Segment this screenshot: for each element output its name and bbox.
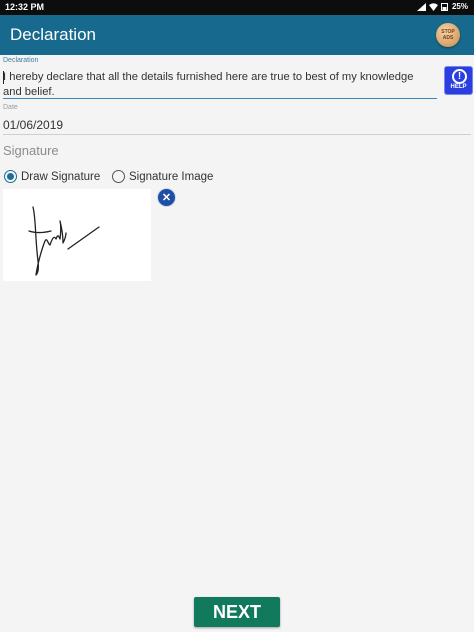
declaration-input[interactable]: I hereby declare that all the details fu…	[3, 70, 435, 100]
radio-signature-image[interactable]: Signature Image	[112, 170, 213, 183]
wifi-icon	[428, 2, 438, 11]
status-icons: 25%	[416, 2, 468, 11]
declaration-underline	[3, 98, 437, 99]
declaration-label: Declaration	[3, 57, 39, 64]
stop-ads-button[interactable]: STOP ADS	[436, 23, 460, 47]
radio-unchecked-icon	[112, 170, 125, 183]
date-label: Date	[3, 104, 18, 111]
signal-icon	[416, 2, 426, 11]
clear-signature-button[interactable]: ✕	[157, 188, 176, 207]
status-bar: 12:32 PM 25%	[0, 0, 474, 15]
signature-drawing	[28, 206, 100, 276]
next-button[interactable]: NEXT	[194, 597, 280, 627]
text-cursor	[3, 71, 4, 84]
radio-draw-signature[interactable]: Draw Signature	[4, 170, 100, 183]
close-icon: ✕	[161, 192, 172, 204]
status-time: 12:32 PM	[5, 2, 45, 12]
help-label: HELP	[450, 84, 467, 90]
signature-heading: Signature	[3, 143, 59, 158]
radio-checked-icon	[4, 170, 17, 183]
help-button[interactable]: ! HELP	[445, 67, 472, 94]
stop-ads-line2: ADS	[442, 35, 454, 41]
radio-signature-image-label: Signature Image	[129, 170, 214, 183]
battery-icon	[440, 2, 448, 11]
signature-pad[interactable]	[3, 189, 151, 281]
radio-draw-signature-label: Draw Signature	[21, 170, 101, 183]
battery-percent: 25%	[451, 2, 468, 11]
page-title: Declaration	[10, 25, 96, 44]
date-input[interactable]: 01/06/2019	[3, 118, 63, 132]
app-bar: Declaration STOP ADS	[0, 15, 474, 55]
date-underline	[3, 134, 471, 135]
info-icon: !	[452, 69, 467, 84]
